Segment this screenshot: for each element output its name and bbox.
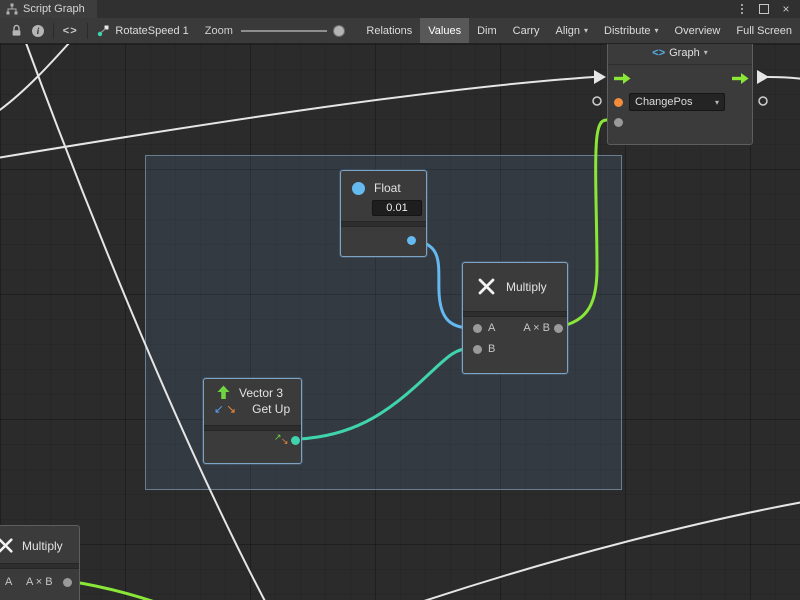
multiply-partial-header: Multiply	[0, 526, 79, 554]
chevron-down-icon: ▾	[704, 48, 708, 57]
toolbar-button-distribute[interactable]: Distribute ▾	[596, 18, 666, 43]
toolbar-button-carry[interactable]: Carry ▾	[505, 18, 548, 43]
graph-name: RotateSpeed 1	[115, 25, 188, 37]
window-menu-button[interactable]	[734, 1, 750, 17]
arrow-down-right-icon: ↘	[226, 403, 236, 415]
variable-name: ChangePos	[635, 96, 693, 108]
button-label: Values	[428, 25, 461, 37]
variable-name-dropdown[interactable]: ChangePos ▾	[629, 93, 725, 111]
node-get-up[interactable]: Vector 3 ↙ ↘ Get Up ↗ ↘	[203, 378, 302, 464]
node-title: Float	[374, 181, 401, 195]
close-button[interactable]: ×	[778, 1, 794, 17]
button-label: Relations	[366, 25, 412, 37]
code-preview-button[interactable]: <>	[58, 18, 83, 43]
toolbar-separator	[53, 23, 54, 39]
float-output-port[interactable]	[407, 236, 416, 245]
window-titlebar: Script Graph ×	[0, 0, 800, 19]
node-divider	[0, 563, 79, 569]
node-float[interactable]: Float 0.01	[340, 170, 427, 257]
getup-output-port[interactable]	[291, 436, 300, 445]
float-value-input[interactable]: 0.01	[372, 200, 422, 216]
maximize-icon	[759, 4, 769, 14]
toolbar-button-dim[interactable]: Dim ▾	[469, 18, 505, 43]
zoom-label: Zoom	[205, 25, 233, 37]
lock-icon	[11, 24, 22, 37]
toolbar-button-align[interactable]: Align ▾	[548, 18, 596, 43]
port-label-b: B	[488, 343, 495, 356]
graph-scope-icon: <>	[652, 47, 665, 59]
info-icon: i	[32, 25, 44, 37]
port-label-a: A	[5, 576, 12, 589]
multiply-input-a-port[interactable]	[473, 324, 482, 333]
graph-toolbar: i <> RotateSpeed 1 Zoom 1x Relations ▾ V…	[0, 18, 800, 44]
unity-script-graph-window: Script Graph × i <>	[0, 0, 800, 600]
multiply-icon	[477, 277, 496, 296]
button-label: Align	[556, 25, 580, 37]
float-header: Float	[341, 171, 426, 195]
node-title: Multiply	[22, 539, 63, 553]
dropdown-caret-icon: ▾	[584, 26, 588, 35]
port-label-out: A × B	[26, 576, 53, 589]
toolbar-button-relations[interactable]: Relations ▾	[358, 18, 420, 43]
port-label-a: A	[488, 322, 495, 335]
button-label: Distribute	[604, 25, 650, 37]
output-value-port[interactable]	[614, 118, 623, 127]
node-divider	[341, 221, 426, 227]
port-label-out: A × B	[523, 322, 550, 335]
maximize-button[interactable]	[756, 1, 772, 17]
multiply-input-b-port[interactable]	[473, 345, 482, 354]
info-button[interactable]: i	[27, 18, 49, 43]
toolbar-separator	[87, 23, 88, 39]
variable-value-port[interactable]	[614, 98, 623, 107]
toolbar-buttons: Relations ▾ Values ▾ Dim ▾ Carry ▾ Align…	[358, 18, 800, 43]
control-in-port-icon[interactable]	[614, 72, 631, 85]
button-label: Dim	[477, 25, 497, 37]
node-set-variable[interactable]: <> Graph ▾ ChangePos ▾	[607, 40, 753, 145]
kebab-menu-icon	[741, 4, 743, 14]
button-label: Carry	[513, 25, 540, 37]
node-multiply-partial[interactable]: Multiply A A × B	[0, 525, 80, 600]
dropdown-caret-icon: ▾	[655, 26, 659, 35]
graph-asset-icon	[97, 24, 110, 37]
arrow-up-icon	[216, 385, 231, 400]
chevron-down-icon: ▾	[715, 98, 719, 107]
node-divider	[204, 425, 301, 431]
script-graph-icon	[6, 3, 18, 15]
zoom-slider-track[interactable]	[241, 30, 327, 32]
zoom-slider-handle[interactable]	[333, 25, 345, 37]
arrow-down-left-icon: ↙	[214, 403, 224, 415]
node-multiply[interactable]: Multiply A A × B B	[462, 262, 568, 374]
node-divider	[463, 311, 567, 317]
multiply-partial-output-port[interactable]	[63, 578, 72, 587]
multiply-icon	[0, 537, 14, 554]
control-out-port-icon[interactable]	[732, 72, 749, 85]
button-label: Overview	[675, 25, 721, 37]
scope-label: Graph	[669, 47, 700, 59]
vector3-type-icon-down: ↘	[281, 438, 289, 447]
toolbar-button-full-screen[interactable]: Full Screen ▾	[728, 18, 800, 43]
getup-header-line1: Vector 3	[204, 379, 301, 400]
graph-breadcrumb[interactable]: RotateSpeed 1	[91, 24, 194, 37]
window-controls: ×	[734, 1, 800, 17]
node-subtitle: Get Up	[252, 402, 290, 416]
tab-label: Script Graph	[23, 3, 85, 15]
button-label: Full Screen	[736, 25, 792, 37]
multiply-output-port[interactable]	[554, 324, 563, 333]
multiply-header: Multiply	[463, 263, 567, 296]
float-type-icon	[352, 182, 365, 195]
set-variable-header[interactable]: <> Graph ▾	[608, 41, 752, 65]
zoom-slider[interactable]	[241, 18, 327, 44]
getup-header-line2: ↙ ↘ Get Up	[204, 400, 301, 416]
tab-script-graph[interactable]: Script Graph	[0, 0, 97, 18]
toolbar-button-values[interactable]: Values ▾	[420, 18, 469, 43]
node-title: Vector 3	[239, 386, 283, 400]
lock-button[interactable]	[6, 18, 27, 43]
toolbar-button-overview[interactable]: Overview ▾	[667, 18, 729, 43]
node-title: Multiply	[506, 280, 547, 294]
